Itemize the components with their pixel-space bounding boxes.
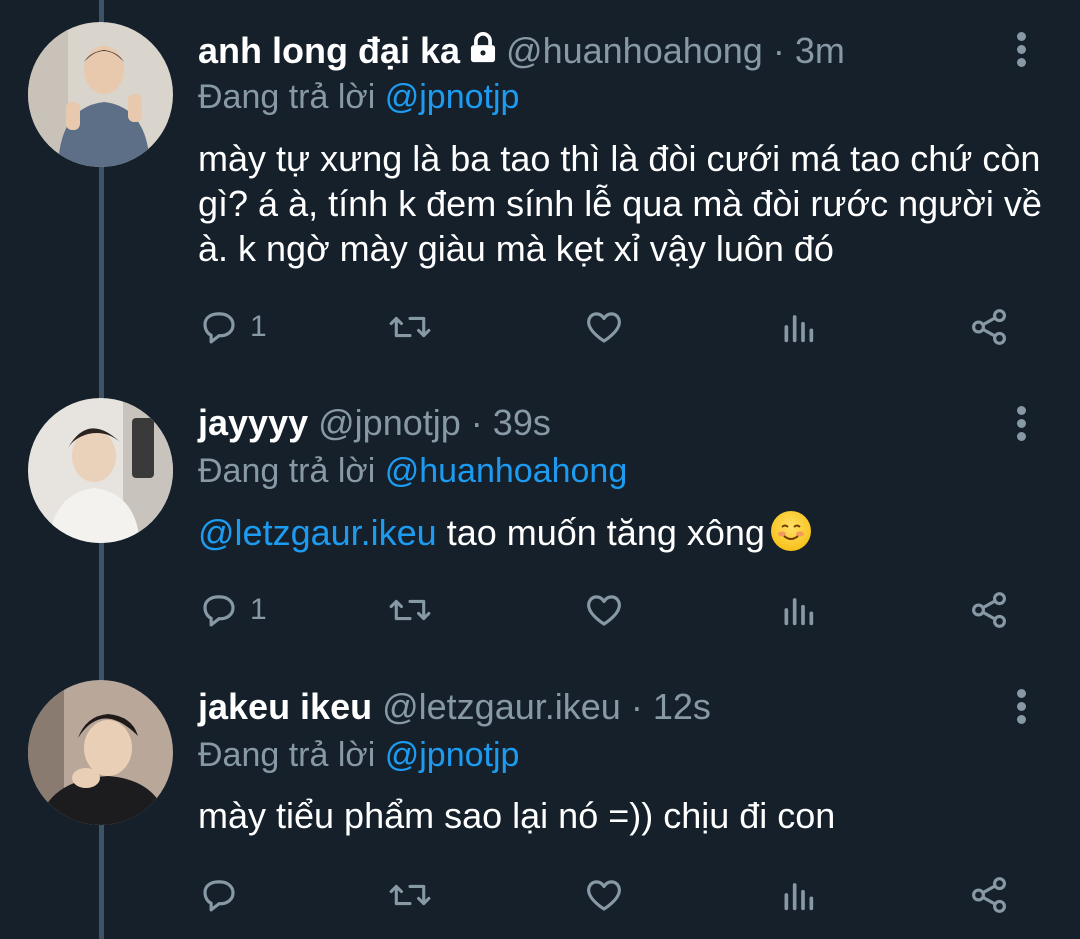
like-button[interactable] — [582, 302, 626, 352]
tweet-actions — [198, 870, 1028, 920]
retweet-button[interactable] — [386, 302, 434, 352]
reply-icon — [198, 874, 240, 916]
reply-count: 1 — [250, 593, 267, 626]
share-icon — [968, 589, 1010, 631]
like-button[interactable] — [582, 585, 626, 635]
avatar[interactable] — [28, 398, 173, 543]
handle[interactable]: @huanhoahong — [506, 30, 763, 71]
share-icon — [968, 874, 1010, 916]
tweet-text: mày tiểu phẩm sao lại nó =)) chịu đi con — [198, 795, 836, 836]
tweet-actions: 1 — [198, 585, 1028, 635]
tweet-header: jayyyy @jpnotjp · 39s — [198, 398, 551, 448]
reply-prefix: Đang trả lời — [198, 78, 376, 116]
tweet-actions: 1 — [198, 302, 1028, 352]
reply-prefix: Đang trả lời — [198, 452, 376, 490]
reply-to-mention[interactable]: @huanhoahong — [385, 452, 628, 490]
handle[interactable]: @jpnotjp — [318, 402, 461, 443]
display-name[interactable]: anh long đại ka — [198, 30, 460, 71]
like-icon — [582, 874, 626, 916]
replying-to: Đang trả lời @jpnotjp — [198, 732, 519, 778]
share-button[interactable] — [968, 870, 1010, 920]
analytics-icon — [778, 306, 818, 348]
handle[interactable]: @letzgaur.ikeu — [382, 686, 621, 727]
separator-dot: · — [470, 402, 483, 443]
retweet-icon — [386, 306, 434, 348]
more-icon[interactable] — [1010, 685, 1032, 735]
share-icon — [968, 306, 1010, 348]
tweet-text: tao muốn tăng xông — [446, 512, 765, 553]
tweet-text-container: @letzgaur.ikeu tao muốn tăng xông — [198, 510, 1058, 555]
display-name[interactable]: jayyyy — [198, 402, 308, 443]
share-button[interactable] — [968, 302, 1010, 352]
analytics-icon — [778, 874, 818, 916]
display-name[interactable]: jakeu ikeu — [198, 686, 372, 727]
more-icon[interactable] — [1010, 402, 1032, 452]
tweet[interactable]: jakeu ikeu @letzgaur.ikeu · 12s Đang trả… — [0, 665, 1080, 939]
reply-to-mention[interactable]: @jpnotjp — [385, 78, 520, 116]
timestamp[interactable]: 12s — [653, 686, 711, 727]
retweet-icon — [386, 874, 434, 916]
tweet-header: anh long đại ka @huanhoahong · 3m — [198, 26, 845, 76]
lock-icon — [466, 28, 500, 78]
reply-button[interactable] — [198, 870, 250, 920]
tweet[interactable]: jayyyy @jpnotjp · 39s Đang trả lời @huan… — [0, 380, 1080, 665]
retweet-button[interactable] — [386, 870, 434, 920]
retweet-button[interactable] — [386, 585, 434, 635]
analytics-button[interactable] — [778, 585, 818, 635]
timestamp[interactable]: 3m — [795, 30, 845, 71]
reply-button[interactable]: 1 — [198, 585, 267, 635]
share-button[interactable] — [968, 585, 1010, 635]
timestamp[interactable]: 39s — [493, 402, 551, 443]
replying-to: Đang trả lời @jpnotjp — [198, 74, 519, 120]
retweet-icon — [386, 589, 434, 631]
tweet-header: jakeu ikeu @letzgaur.ikeu · 12s — [198, 682, 711, 732]
reply-icon — [198, 306, 240, 348]
tweet[interactable]: anh long đại ka @huanhoahong · 3m Đang tr… — [0, 0, 1080, 380]
separator-dot: · — [772, 30, 785, 71]
separator-dot: · — [630, 686, 643, 727]
reply-icon — [198, 589, 240, 631]
reply-count: 1 — [250, 310, 267, 343]
analytics-icon — [778, 589, 818, 631]
more-icon[interactable] — [1010, 28, 1032, 78]
reply-button[interactable]: 1 — [198, 302, 267, 352]
avatar[interactable] — [28, 22, 173, 167]
reply-to-mention[interactable]: @jpnotjp — [385, 736, 520, 774]
like-icon — [582, 589, 626, 631]
analytics-button[interactable] — [778, 302, 818, 352]
like-icon — [582, 306, 626, 348]
tweet-text: mày tự xưng là ba tao thì là đòi cưới má… — [198, 138, 1042, 269]
like-button[interactable] — [582, 870, 626, 920]
analytics-button[interactable] — [778, 870, 818, 920]
smiling-face-icon — [770, 511, 811, 551]
reply-prefix: Đang trả lời — [198, 736, 376, 774]
tweet-mention[interactable]: @letzgaur.ikeu — [198, 512, 437, 553]
replying-to: Đang trả lời @huanhoahong — [198, 448, 627, 494]
avatar[interactable] — [28, 680, 173, 825]
